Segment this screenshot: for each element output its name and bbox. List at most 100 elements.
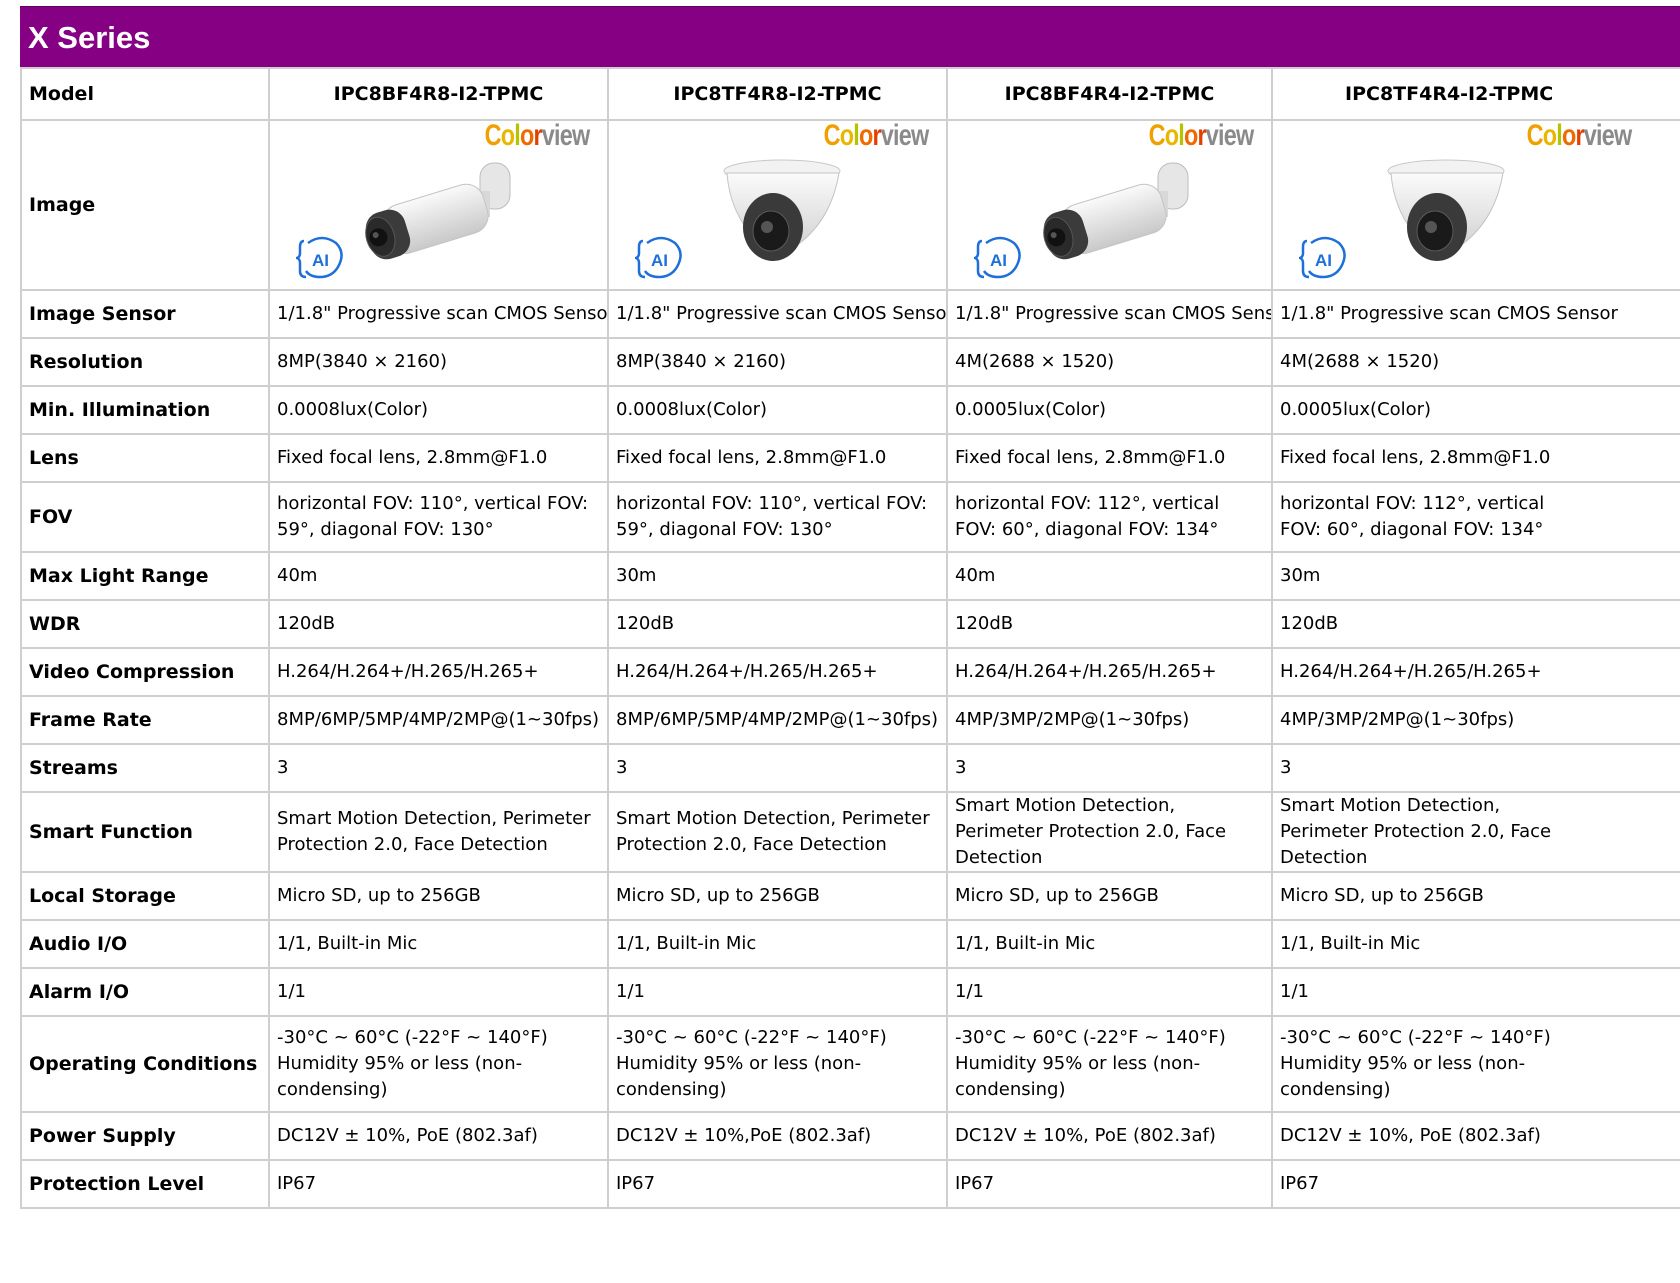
spec-row: Local Storage Micro SD, up to 256GB Micro … <box>20 871 1680 921</box>
spec-value: Smart Motion Detection, Perimeter Protec… <box>946 791 1273 873</box>
spec-value: Micro SD, up to 256GB <box>1271 871 1680 921</box>
spec-value: 8MP/6MP/5MP/4MP/2MP@(1~30fps) <box>607 695 948 745</box>
row-label: Local Storage <box>20 871 270 921</box>
spec-value: Smart Motion Detection, Perimeter Protec… <box>1271 791 1680 873</box>
spec-row: Streams 3 3 3 3 <box>20 743 1680 793</box>
spec-value: Fixed focal lens, 2.8mm@F1.0 <box>1271 433 1680 483</box>
spec-value: 1/1.8" Progressive scan CMOS Sensor <box>607 289 948 339</box>
spec-row: Lens Fixed focal lens, 2.8mm@F1.0 Fixed fo… <box>20 433 1680 483</box>
image-cell: Colorview AI <box>946 119 1273 291</box>
spec-value: 8MP(3840 × 2160) <box>607 337 948 387</box>
spec-value: horizontal FOV: 110°, vertical FOV: 59°,… <box>607 481 948 553</box>
ai-badge-text: AI <box>312 251 329 270</box>
spec-value: 120dB <box>268 599 609 649</box>
row-label: WDR <box>20 599 270 649</box>
spec-value: Smart Motion Detection, Perimeter Protec… <box>607 791 948 873</box>
image-row: Image Colorview AI Colorview AI Colorvie… <box>20 119 1680 291</box>
bullet-camera-image <box>365 162 511 260</box>
row-label: Alarm I/O <box>20 967 270 1017</box>
spec-row: Power Supply DC12V ± 10%, PoE (802.3af) DC… <box>20 1111 1680 1161</box>
colorview-logo: Colorview <box>1148 120 1254 152</box>
spec-value: 1/1, Built-in Mic <box>946 919 1273 969</box>
spec-value: 3 <box>607 743 948 793</box>
spec-value: 1/1 <box>268 967 609 1017</box>
row-label: Smart Function <box>20 791 270 873</box>
spec-value: H.264/H.264+/H.265/H.265+ <box>268 647 609 697</box>
spec-value: 4MP/3MP/2MP@(1~30fps) <box>1271 695 1680 745</box>
row-label: Frame Rate <box>20 695 270 745</box>
spec-value: DC12V ± 10%, PoE (802.3af) <box>1271 1111 1680 1161</box>
ai-icon: AI <box>635 236 682 279</box>
turret-camera-image <box>1387 159 1505 261</box>
spec-row: Alarm I/O 1/1 1/1 1/1 1/1 <box>20 967 1680 1017</box>
spec-value: 4M(2688 × 1520) <box>946 337 1273 387</box>
spec-value: 1/1 <box>946 967 1273 1017</box>
spec-value: IP67 <box>268 1159 609 1209</box>
colorview-logo: Colorview <box>823 120 929 152</box>
spec-sheet: X Series Model IPC8BF4R8-I2-TPMC IPC8TF4… <box>20 6 1680 1283</box>
row-label: Lens <box>20 433 270 483</box>
spec-value: 40m <box>946 551 1273 601</box>
row-label: Min. Illumination <box>20 385 270 435</box>
spec-value: 120dB <box>607 599 948 649</box>
spec-value: -30°C ~ 60°C (-22°F ~ 140°F) Humidity 95… <box>1271 1015 1680 1113</box>
spec-value: 40m <box>268 551 609 601</box>
row-label: Audio I/O <box>20 919 270 969</box>
spec-value: IP67 <box>946 1159 1273 1209</box>
spec-value: 1/1 <box>607 967 948 1017</box>
spec-value: 1/1.8" Progressive scan CMOS Sensor <box>268 289 609 339</box>
row-label: Image <box>20 119 270 291</box>
row-label: FOV <box>20 481 270 553</box>
spec-row: Video Compression H.264/H.264+/H.265/H.26… <box>20 647 1680 697</box>
spec-value: 4MP/3MP/2MP@(1~30fps) <box>946 695 1273 745</box>
spec-row: Protection Level IP67 IP67 IP67 IP67 <box>20 1159 1680 1209</box>
row-label: Protection Level <box>20 1159 270 1209</box>
spec-value: 3 <box>1271 743 1680 793</box>
spec-value: Fixed focal lens, 2.8mm@F1.0 <box>607 433 948 483</box>
ai-badge-text: AI <box>1315 251 1332 270</box>
ai-badge-text: AI <box>651 251 668 270</box>
spec-value: H.264/H.264+/H.265/H.265+ <box>1271 647 1680 697</box>
spec-value: H.264/H.264+/H.265/H.265+ <box>607 647 948 697</box>
spec-value: 1/1, Built-in Mic <box>607 919 948 969</box>
spec-value: -30°C ~ 60°C (-22°F ~ 140°F) Humidity 95… <box>946 1015 1273 1113</box>
spec-value: -30°C ~ 60°C (-22°F ~ 140°F) Humidity 95… <box>268 1015 609 1113</box>
ai-icon: AI <box>296 236 343 279</box>
spec-value: Micro SD, up to 256GB <box>946 871 1273 921</box>
bullet-camera-image <box>1043 162 1189 260</box>
spec-row: FOV horizontal FOV: 110°, vertical FOV: 5… <box>20 481 1680 553</box>
spec-value: 30m <box>607 551 948 601</box>
row-label: Max Light Range <box>20 551 270 601</box>
spec-value: 1/1 <box>1271 967 1680 1017</box>
spec-row: WDR 120dB 120dB 120dB 120dB <box>20 599 1680 649</box>
spec-row: Operating Conditions -30°C ~ 60°C (-22°F… <box>20 1015 1680 1113</box>
ai-badge-text: AI <box>990 251 1007 270</box>
spec-value: 3 <box>268 743 609 793</box>
spec-value: 1/1.8" Progressive scan CMOS Sensor <box>1271 289 1680 339</box>
spec-row: Frame Rate 8MP/6MP/5MP/4MP/2MP@(1~30fps) 8… <box>20 695 1680 745</box>
colorview-logo: Colorview <box>484 120 590 152</box>
turret-camera-image <box>723 159 841 261</box>
spec-value: Smart Motion Detection, Perimeter Protec… <box>268 791 609 873</box>
spec-table: Model IPC8BF4R8-I2-TPMC IPC8TF4R8-I2-TPM… <box>20 67 1680 1209</box>
spec-row: Max Light Range 40m 30m 40m 30m <box>20 551 1680 601</box>
spec-value: 0.0005lux(Color) <box>1271 385 1680 435</box>
row-label: Resolution <box>20 337 270 387</box>
image-cell: Colorview AI <box>607 119 948 291</box>
spec-value: 120dB <box>946 599 1273 649</box>
model-name: IPC8TF4R8-I2-TPMC <box>607 67 948 121</box>
spec-value: H.264/H.264+/H.265/H.265+ <box>946 647 1273 697</box>
series-title: X Series <box>20 6 1680 67</box>
spec-value: 30m <box>1271 551 1680 601</box>
row-label: Image Sensor <box>20 289 270 339</box>
row-label: Streams <box>20 743 270 793</box>
spec-value: IP67 <box>1271 1159 1680 1209</box>
spec-value: Fixed focal lens, 2.8mm@F1.0 <box>946 433 1273 483</box>
spec-value: 3 <box>946 743 1273 793</box>
image-cell: Colorview AI <box>268 119 609 291</box>
spec-value: DC12V ± 10%,PoE (802.3af) <box>607 1111 948 1161</box>
spec-value: 1/1, Built-in Mic <box>1271 919 1680 969</box>
row-label: Model <box>20 67 270 121</box>
spec-value: 4M(2688 × 1520) <box>1271 337 1680 387</box>
model-name: IPC8BF4R8-I2-TPMC <box>268 67 609 121</box>
